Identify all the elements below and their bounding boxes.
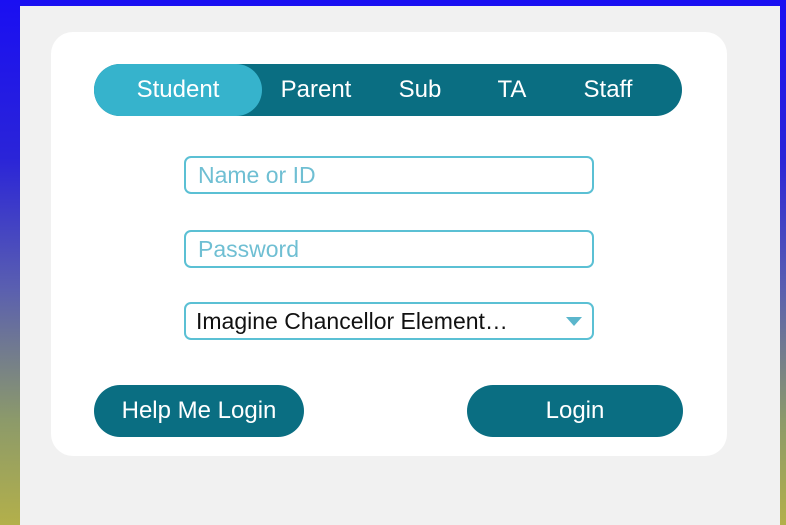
page-background: Student Parent Sub TA Staff Imagine Chan… — [20, 6, 780, 525]
school-select-value: Imagine Chancellor Element… — [196, 307, 508, 334]
password-input[interactable] — [184, 230, 594, 268]
tab-sub[interactable]: Sub — [370, 64, 470, 116]
role-tabs: Student Parent Sub TA Staff — [94, 64, 682, 116]
tab-student[interactable]: Student — [94, 64, 262, 116]
name-or-id-input[interactable] — [184, 156, 594, 194]
chevron-down-icon — [566, 316, 582, 326]
help-me-login-button[interactable]: Help Me Login — [94, 385, 304, 437]
tab-staff[interactable]: Staff — [554, 64, 662, 116]
login-button[interactable]: Login — [467, 385, 683, 437]
tab-ta[interactable]: TA — [470, 64, 554, 116]
school-select[interactable]: Imagine Chancellor Element… — [184, 302, 594, 340]
tab-parent[interactable]: Parent — [262, 64, 370, 116]
login-card: Student Parent Sub TA Staff Imagine Chan… — [51, 32, 727, 456]
